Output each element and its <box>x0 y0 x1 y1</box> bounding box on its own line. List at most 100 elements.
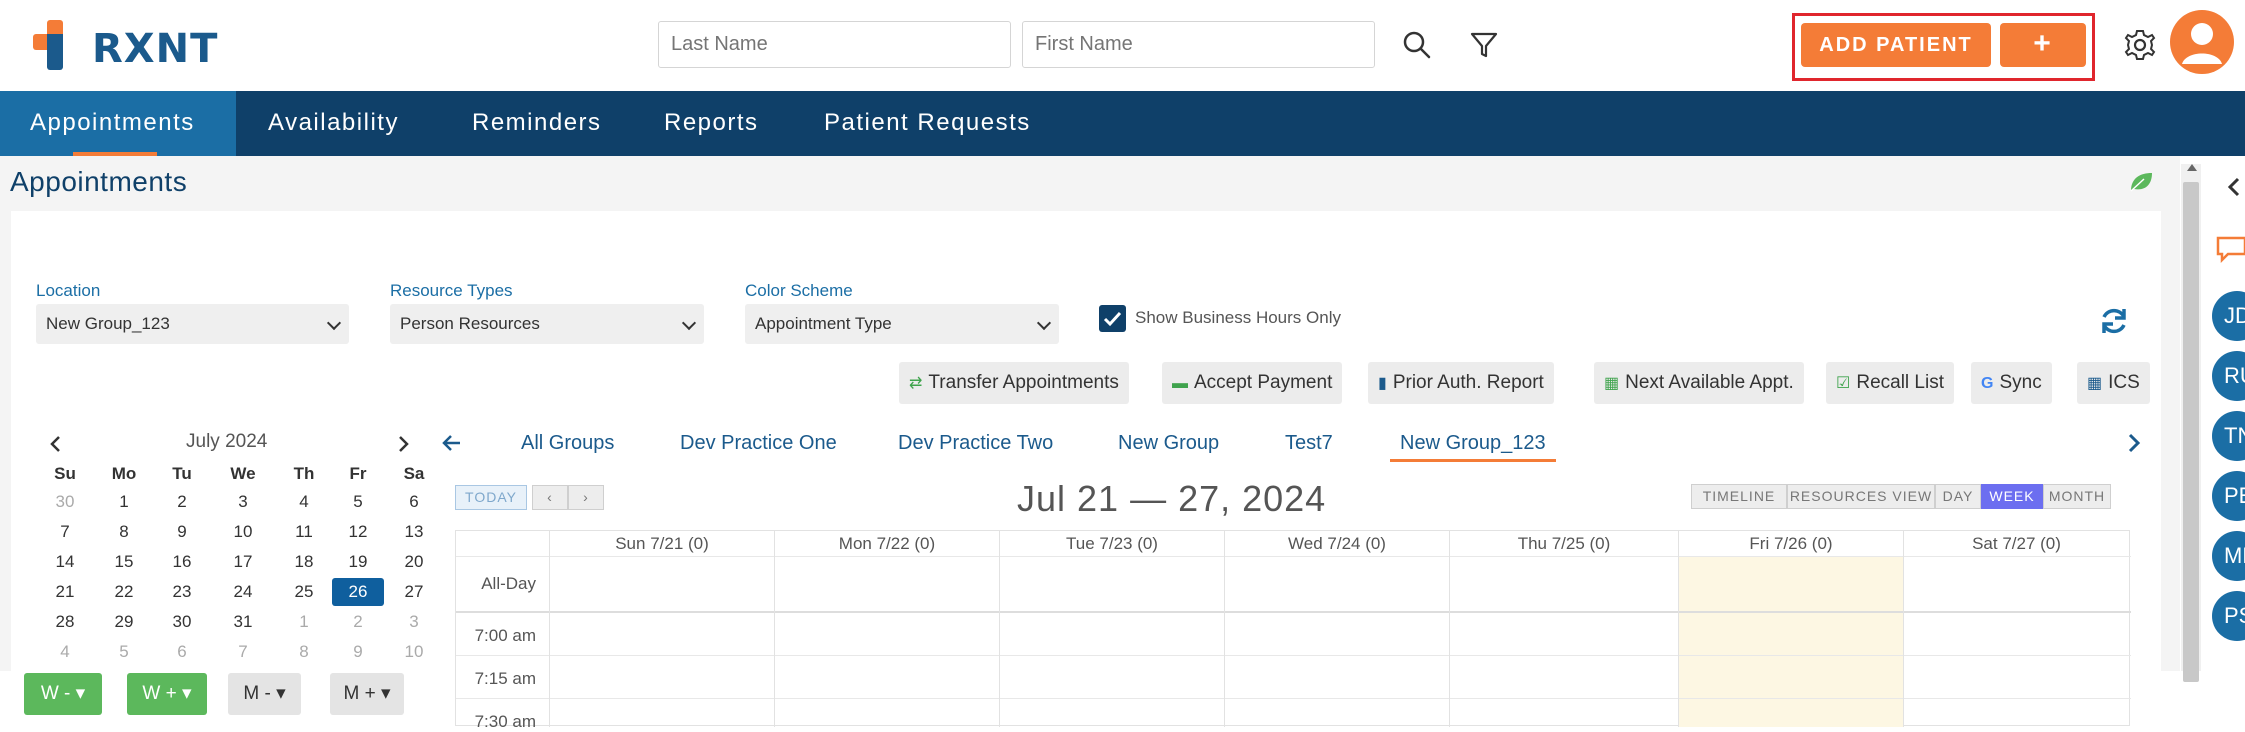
prev-week-button[interactable]: ‹ <box>532 485 568 510</box>
month-minus-button[interactable]: M - ▾ <box>228 673 301 715</box>
location-select[interactable]: New Group_123 <box>36 304 349 344</box>
calendar-day[interactable]: 5 <box>98 638 150 666</box>
calendar-day[interactable]: 28 <box>39 608 91 636</box>
provider-avatar[interactable]: PS <box>2212 591 2245 641</box>
scrollbar[interactable] <box>2181 164 2201 682</box>
calendar-day[interactable]: 8 <box>98 518 150 546</box>
collapse-left-icon[interactable] <box>2226 176 2242 198</box>
today-button[interactable]: TODAY <box>455 485 527 510</box>
resource-types-select[interactable]: Person Resources <box>390 304 704 344</box>
provider-avatar[interactable]: PE <box>2212 471 2245 521</box>
calendar-day[interactable]: 7 <box>39 518 91 546</box>
calendar-day[interactable]: 23 <box>156 578 208 606</box>
provider-avatar[interactable]: RU <box>2212 351 2245 401</box>
gear-icon[interactable] <box>2122 27 2158 63</box>
search-icon[interactable] <box>1400 28 1434 62</box>
view-week-button[interactable]: WEEK <box>1981 484 2043 509</box>
calendar-day[interactable]: 4 <box>278 488 330 516</box>
calendar-day[interactable]: 30 <box>39 488 91 516</box>
calendar-day[interactable]: 5 <box>332 488 384 516</box>
calendar-day[interactable]: 31 <box>217 608 269 636</box>
add-patient-plus-button[interactable]: + <box>2000 23 2086 67</box>
week-plus-button[interactable]: W + ▾ <box>127 673 207 715</box>
calendar-day[interactable]: 29 <box>98 608 150 636</box>
calendar-day[interactable]: 17 <box>217 548 269 576</box>
calendar-day[interactable]: 15 <box>98 548 150 576</box>
nav-appointments[interactable]: Appointments <box>0 91 236 156</box>
calendar-day[interactable]: 9 <box>156 518 208 546</box>
recall-list-button[interactable]: ☑ Recall List <box>1826 362 1954 404</box>
group-tab-new-group[interactable]: New Group <box>1118 432 1219 455</box>
view-timeline-button[interactable]: TIMELINE <box>1691 484 1787 509</box>
business-hours-checkbox[interactable] <box>1099 305 1126 332</box>
calendar-day[interactable]: 22 <box>98 578 150 606</box>
chat-icon[interactable] <box>2214 234 2245 264</box>
month-plus-button[interactable]: M + ▾ <box>330 673 404 715</box>
view-month-button[interactable]: MONTH <box>2043 484 2111 509</box>
calendar-day[interactable]: 26 <box>332 578 384 606</box>
next-available-appt-button[interactable]: ▦ Next Available Appt. <box>1594 362 1804 404</box>
view-resources-button[interactable]: RESOURCES VIEW <box>1787 484 1935 509</box>
calendar-day[interactable]: 4 <box>39 638 91 666</box>
scrollbar-thumb[interactable] <box>2183 182 2199 682</box>
calendar-day[interactable]: 24 <box>217 578 269 606</box>
ics-button[interactable]: ▦ ICS <box>2077 362 2150 404</box>
prior-auth-report-button[interactable]: ▮ Prior Auth. Report <box>1368 362 1554 404</box>
group-tab-dev-practice-two[interactable]: Dev Practice Two <box>898 432 1053 455</box>
calendar-day[interactable]: 2 <box>156 488 208 516</box>
add-patient-button[interactable]: ADD PATIENT <box>1801 23 1991 67</box>
calendar-day[interactable]: 2 <box>332 608 384 636</box>
calendar-day[interactable]: 14 <box>39 548 91 576</box>
calendar-day[interactable]: 6 <box>388 488 440 516</box>
next-month-icon[interactable] <box>395 434 411 454</box>
calendar-day[interactable]: 21 <box>39 578 91 606</box>
sync-button[interactable]: G Sync <box>1971 362 2052 404</box>
calendar-day[interactable]: 7 <box>217 638 269 666</box>
calendar-day[interactable]: 10 <box>217 518 269 546</box>
prev-month-icon[interactable] <box>48 434 64 454</box>
calendar-day[interactable]: 11 <box>278 518 330 546</box>
calendar-day[interactable]: 3 <box>388 608 440 636</box>
calendar-day[interactable]: 12 <box>332 518 384 546</box>
calendar-day[interactable]: 25 <box>278 578 330 606</box>
provider-avatar[interactable]: ML <box>2212 531 2245 581</box>
calendar-day[interactable]: 1 <box>98 488 150 516</box>
calendar-day[interactable]: 6 <box>156 638 208 666</box>
calendar-day[interactable]: 9 <box>332 638 384 666</box>
filter-icon[interactable] <box>1467 28 1501 62</box>
week-minus-button[interactable]: W - ▾ <box>24 673 102 715</box>
calendar-day[interactable]: 20 <box>388 548 440 576</box>
calendar-day[interactable]: 8 <box>278 638 330 666</box>
group-tab-test7[interactable]: Test7 <box>1285 432 1333 455</box>
arrow-left-icon[interactable] <box>440 431 464 455</box>
calendar-day[interactable]: 19 <box>332 548 384 576</box>
calendar-day[interactable]: 10 <box>388 638 440 666</box>
color-scheme-select[interactable]: Appointment Type <box>745 304 1059 344</box>
provider-avatar[interactable]: JD <box>2212 291 2245 341</box>
group-tab-new-group-123[interactable]: New Group_123 <box>1400 432 1546 455</box>
last-name-input[interactable] <box>658 21 1011 68</box>
transfer-appointments-button[interactable]: ⇄ Transfer Appointments <box>899 362 1129 404</box>
calendar-day[interactable]: 13 <box>388 518 440 546</box>
provider-avatar[interactable]: TN <box>2212 411 2245 461</box>
nav-patient-requests[interactable]: Patient Requests <box>794 91 1061 156</box>
group-tab-dev-practice-one[interactable]: Dev Practice One <box>680 432 837 455</box>
accept-payment-button[interactable]: ▬ Accept Payment <box>1162 362 1343 404</box>
scroll-up-icon[interactable] <box>2186 162 2198 172</box>
user-avatar[interactable] <box>2170 10 2234 74</box>
calendar-day[interactable]: 27 <box>388 578 440 606</box>
calendar-day[interactable]: 3 <box>217 488 269 516</box>
nav-reports[interactable]: Reports <box>634 91 789 156</box>
calendar-day[interactable]: 1 <box>278 608 330 636</box>
group-tab-all-groups[interactable]: All Groups <box>521 432 614 455</box>
calendar-day[interactable]: 18 <box>278 548 330 576</box>
view-day-button[interactable]: DAY <box>1935 484 1981 509</box>
chevron-right-icon[interactable] <box>2125 431 2143 455</box>
nav-reminders[interactable]: Reminders <box>442 91 632 156</box>
nav-availability[interactable]: Availability <box>238 91 429 156</box>
calendar-day[interactable]: 16 <box>156 548 208 576</box>
first-name-input[interactable] <box>1022 21 1375 68</box>
refresh-icon[interactable] <box>2098 305 2130 337</box>
next-week-button[interactable]: › <box>568 485 604 510</box>
calendar-day[interactable]: 30 <box>156 608 208 636</box>
